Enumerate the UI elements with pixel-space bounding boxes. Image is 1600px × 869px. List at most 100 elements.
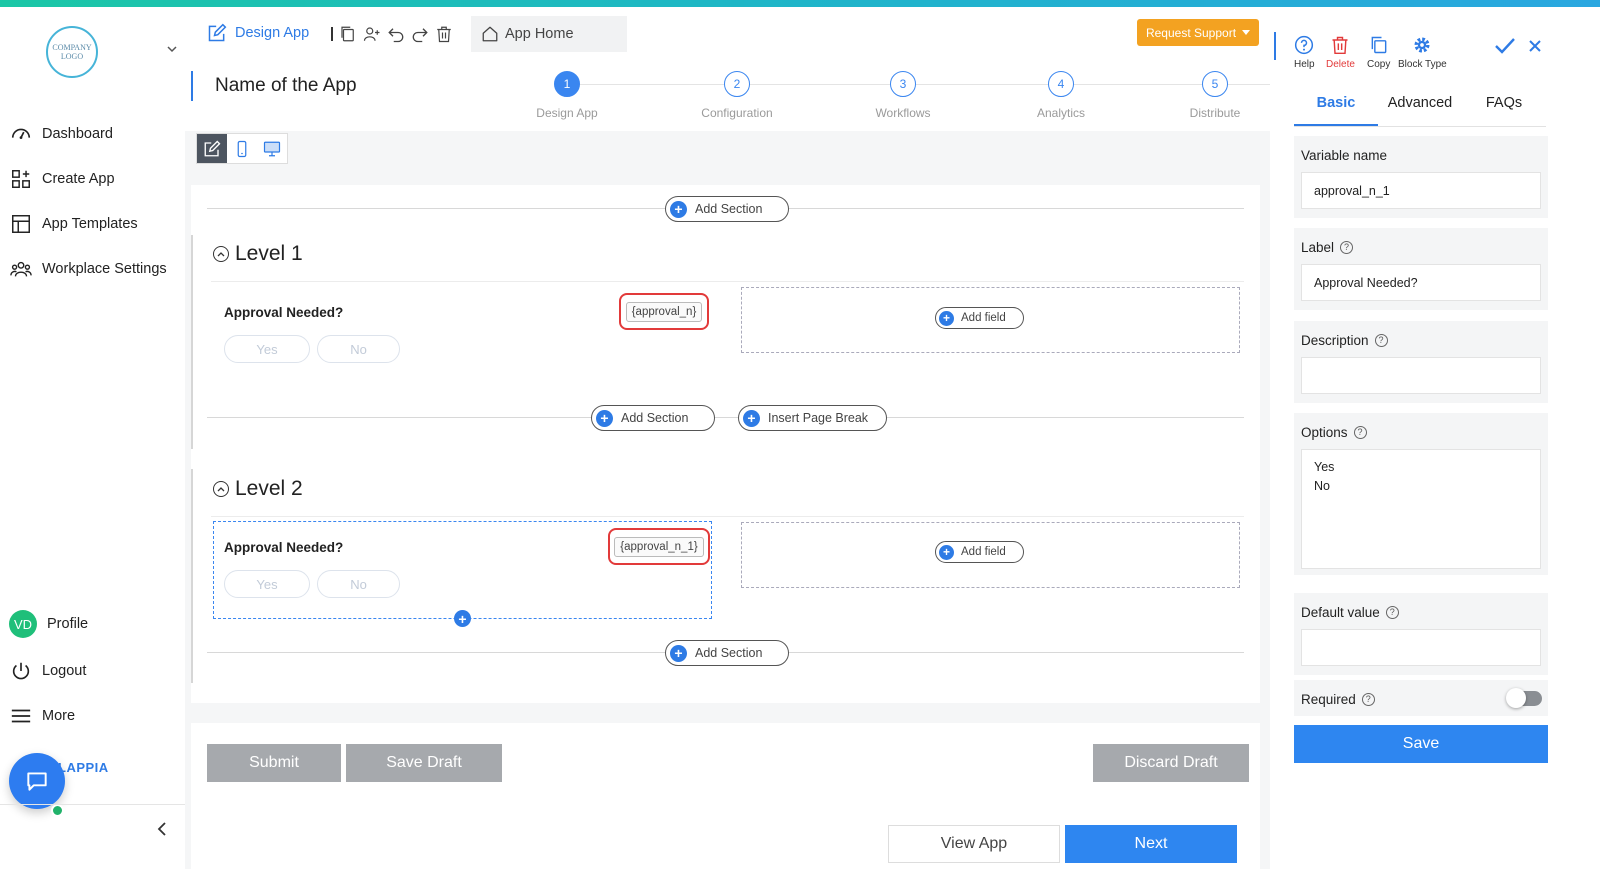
level-indicator-line xyxy=(191,235,193,449)
level-title: Level 2 xyxy=(235,477,303,500)
insert-below-plus-icon[interactable]: + xyxy=(454,610,471,627)
add-section-button[interactable]: + Add Section xyxy=(591,405,715,431)
level-2-header[interactable]: Level 2 xyxy=(213,477,303,501)
edit-view-button[interactable] xyxy=(197,134,227,163)
add-user-icon[interactable] xyxy=(363,25,381,43)
close-icon[interactable] xyxy=(1528,39,1542,53)
nav-label: Logout xyxy=(42,663,87,679)
nav-item-app-templates[interactable]: App Templates xyxy=(10,212,138,236)
chat-button[interactable] xyxy=(9,753,65,809)
option-no[interactable]: No xyxy=(317,570,400,598)
block-type-button[interactable]: Block Type xyxy=(1398,35,1447,70)
nav-item-profile[interactable]: VD Profile xyxy=(9,609,88,639)
help-button[interactable]: Help xyxy=(1294,35,1315,70)
add-field-button[interactable]: + Add field xyxy=(935,307,1024,329)
nav-item-logout[interactable]: Logout xyxy=(10,659,86,683)
label-group: Label? Approval Needed? xyxy=(1294,228,1548,310)
duplicate-icon[interactable] xyxy=(339,25,357,43)
app-home-label: App Home xyxy=(505,26,574,42)
help-icon[interactable]: ? xyxy=(1374,333,1388,347)
nav-label: Create App xyxy=(42,171,115,187)
delete-button[interactable]: Delete xyxy=(1326,35,1355,70)
add-section-button[interactable]: + Add Section xyxy=(665,640,789,666)
section-divider xyxy=(207,417,1244,418)
undo-icon[interactable] xyxy=(387,25,405,43)
redo-icon[interactable] xyxy=(411,25,429,43)
level-divider xyxy=(211,281,1244,282)
save-draft-button[interactable]: Save Draft xyxy=(346,744,502,782)
description-input[interactable] xyxy=(1301,357,1541,394)
step-analytics[interactable]: 4 Analytics xyxy=(1011,71,1111,120)
nav-label: App Templates xyxy=(42,216,138,232)
add-field-label: Add field xyxy=(961,312,1006,324)
save-button[interactable]: Save xyxy=(1294,725,1548,763)
label-input[interactable]: Approval Needed? xyxy=(1301,264,1541,301)
add-section-button[interactable]: + Add Section xyxy=(665,196,789,222)
help-icon[interactable]: ? xyxy=(1353,425,1367,439)
add-field-button[interactable]: + Add field xyxy=(935,541,1024,563)
edit-icon xyxy=(204,140,221,156)
copy-button[interactable]: Copy xyxy=(1367,35,1390,70)
step-number: 1 xyxy=(554,71,580,97)
tab-faqs[interactable]: FAQs xyxy=(1462,87,1546,126)
options-textarea[interactable]: Yes No xyxy=(1301,449,1541,569)
nav-label: More xyxy=(42,708,76,724)
chevron-down-icon[interactable] xyxy=(166,43,178,55)
option-no[interactable]: No xyxy=(317,335,400,363)
toolbar-icons xyxy=(331,25,453,43)
variable-tag[interactable]: {approval_n_1} xyxy=(608,528,710,565)
step-number: 4 xyxy=(1048,71,1074,97)
step-label: Distribute xyxy=(1189,106,1241,120)
check-icon[interactable] xyxy=(1494,37,1516,55)
next-button[interactable]: Next xyxy=(1065,825,1237,863)
main-area: Design App App Home Request Support Name… xyxy=(185,7,1580,869)
mobile-view-button[interactable] xyxy=(227,134,257,163)
help-icon[interactable]: ? xyxy=(1340,240,1354,254)
view-app-button[interactable]: View App xyxy=(888,825,1060,863)
add-section-label: Add Section xyxy=(621,411,689,425)
step-workflows[interactable]: 3 Workflows xyxy=(853,71,953,120)
properties-panel: Help Delete Copy Block Type Basic Advanc… xyxy=(1270,7,1600,869)
required-toggle[interactable] xyxy=(1506,688,1542,708)
design-app-button[interactable]: Design App xyxy=(207,23,309,43)
option-yes[interactable]: Yes xyxy=(224,570,310,598)
default-value-input[interactable] xyxy=(1301,629,1541,666)
collapse-icon[interactable] xyxy=(213,481,229,497)
step-distribute[interactable]: 5 Distribute xyxy=(1165,71,1265,120)
company-logo[interactable]: COMPANY LOGO xyxy=(46,26,98,78)
step-configuration[interactable]: 2 Configuration xyxy=(687,71,787,120)
step-design-app[interactable]: 1 Design App xyxy=(517,71,617,120)
edit-icon xyxy=(208,23,227,42)
level-1-header[interactable]: Level 1 xyxy=(213,242,303,266)
option-yes[interactable]: Yes xyxy=(224,335,310,363)
nav-label: Dashboard xyxy=(42,126,113,142)
chevron-left-icon[interactable] xyxy=(155,821,169,837)
field-question: Approval Needed? xyxy=(224,305,344,320)
default-value-group: Default value? xyxy=(1294,593,1548,675)
plus-icon: + xyxy=(670,644,687,662)
tool-label: Delete xyxy=(1326,59,1355,70)
desktop-view-button[interactable] xyxy=(257,134,287,163)
app-home-button[interactable]: App Home xyxy=(471,16,627,52)
tab-advanced[interactable]: Advanced xyxy=(1378,87,1462,126)
nav-item-workplace-settings[interactable]: Workplace Settings xyxy=(10,257,167,281)
nav-item-dashboard[interactable]: Dashboard xyxy=(10,122,113,146)
help-icon[interactable]: ? xyxy=(1361,692,1375,706)
page-title: Name of the App xyxy=(215,75,357,96)
nav-item-more[interactable]: More xyxy=(10,704,75,728)
discard-draft-button[interactable]: Discard Draft xyxy=(1093,744,1249,782)
variable-name-input[interactable]: approval_n_1 xyxy=(1301,172,1541,209)
insert-page-break-button[interactable]: + Insert Page Break xyxy=(738,405,887,431)
request-support-button[interactable]: Request Support xyxy=(1137,19,1259,46)
nav-item-create-app[interactable]: Create App xyxy=(10,167,115,191)
plus-icon: + xyxy=(596,409,613,427)
collapse-icon[interactable] xyxy=(213,246,229,262)
step-label: Analytics xyxy=(1036,106,1086,120)
help-icon[interactable]: ? xyxy=(1385,605,1399,619)
sidebar-divider xyxy=(0,804,185,805)
tab-basic[interactable]: Basic xyxy=(1294,87,1378,126)
variable-tag[interactable]: {approval_n} xyxy=(619,293,709,330)
panel-accent xyxy=(1274,32,1276,60)
submit-button[interactable]: Submit xyxy=(207,744,341,782)
trash-icon[interactable] xyxy=(435,25,453,43)
